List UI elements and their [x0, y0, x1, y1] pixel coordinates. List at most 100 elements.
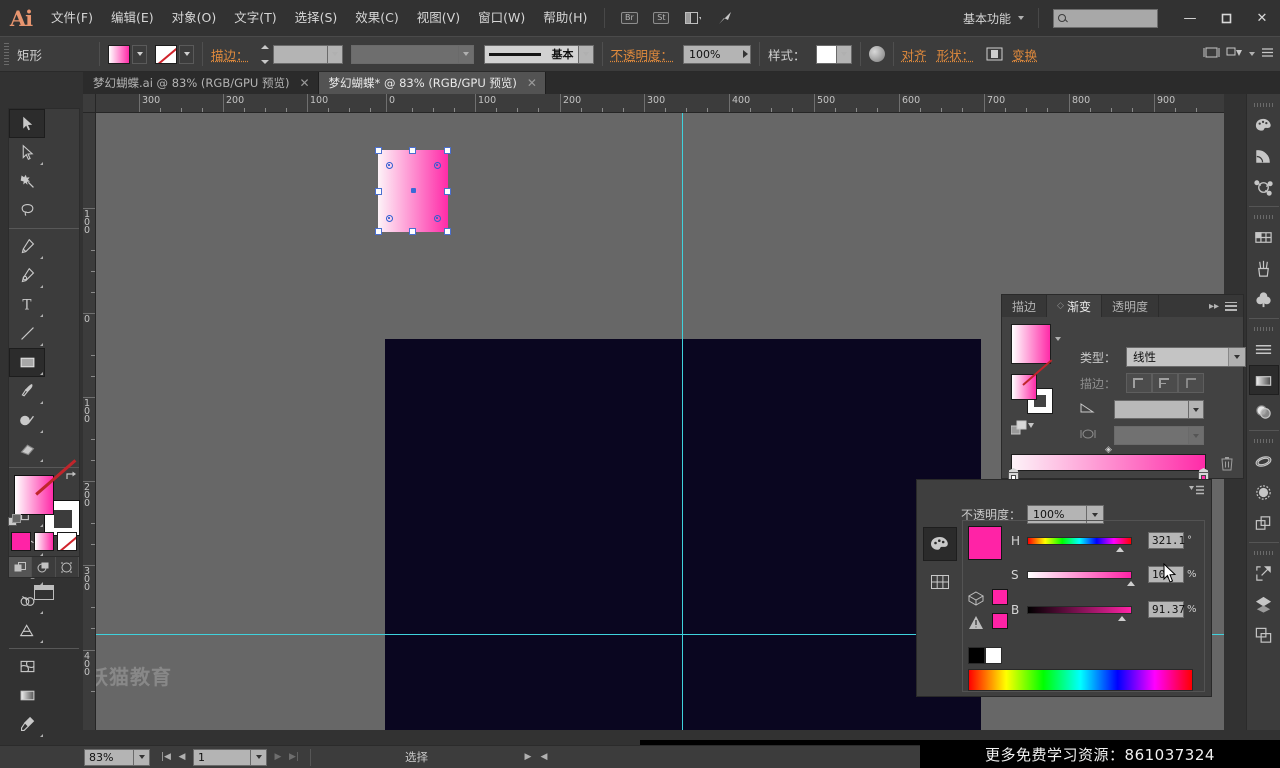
dock-group-grip[interactable]: [1253, 103, 1274, 107]
status-flyout-icon[interactable]: ▶: [520, 749, 536, 766]
type-tool[interactable]: T: [9, 290, 45, 319]
anchor-point[interactable]: [386, 162, 393, 169]
gradient-aspect-input[interactable]: [1114, 426, 1189, 445]
vertical-ruler[interactable]: 100 0 100 200 300 400: [83, 113, 96, 730]
panel-menu-icon[interactable]: [1225, 301, 1237, 311]
graphic-styles-icon[interactable]: [1249, 477, 1279, 507]
color-mixer-icon[interactable]: [923, 527, 957, 561]
selection-handle[interactable]: [444, 228, 451, 235]
brush-definition-value[interactable]: 基本: [483, 44, 579, 64]
prev-artboard-button[interactable]: ◀: [174, 749, 190, 766]
menu-edit[interactable]: 编辑(E): [102, 0, 163, 36]
stock-icon[interactable]: St: [648, 7, 674, 29]
maximize-button[interactable]: [1208, 4, 1244, 32]
gradient-preview-swatch[interactable]: [1011, 324, 1051, 364]
menu-window[interactable]: 窗口(W): [469, 0, 534, 36]
fill-control[interactable]: [108, 44, 147, 64]
close-button[interactable]: ✕: [1244, 4, 1280, 32]
stroke-gradient-across-icon[interactable]: [1178, 373, 1204, 393]
selection-handle[interactable]: [375, 147, 382, 154]
brush-definition[interactable]: 基本: [483, 44, 594, 64]
recolor-artwork-icon[interactable]: [1249, 172, 1279, 202]
selection-handle[interactable]: [444, 147, 451, 154]
first-artboard-button[interactable]: |◀: [158, 749, 174, 766]
pathfinder-icon[interactable]: [1249, 508, 1279, 538]
stroke-weight-field-group[interactable]: [272, 44, 343, 64]
behance-icon[interactable]: [712, 7, 738, 29]
selected-rectangle[interactable]: [375, 147, 451, 235]
trash-icon[interactable]: [1220, 455, 1234, 475]
eraser-tool[interactable]: [9, 435, 45, 464]
last-artboard-button[interactable]: ▶|: [286, 749, 302, 766]
shape-label[interactable]: 形状：: [937, 45, 975, 64]
variable-width-profile[interactable]: [350, 44, 474, 64]
tab-gradient[interactable]: ◇ 渐变: [1047, 295, 1102, 317]
lasso-tool[interactable]: [9, 196, 45, 225]
selection-handle[interactable]: [375, 188, 382, 195]
width-profile-dropdown[interactable]: [458, 44, 474, 64]
color-palette-icon[interactable]: [1249, 110, 1279, 140]
menu-help[interactable]: 帮助(H): [534, 0, 596, 36]
appearance-icon[interactable]: [1249, 446, 1279, 476]
opacity-label[interactable]: 不透明度：: [611, 45, 674, 64]
document-tab-1[interactable]: 梦幻蝴蝶.ai @ 83% (RGB/GPU 预览) ✕: [83, 72, 319, 94]
gradient-slider-ramp[interactable]: [1011, 454, 1206, 471]
search-input[interactable]: [1053, 8, 1158, 28]
tab-stroke[interactable]: 描边: [1002, 295, 1048, 317]
recolor-artwork-icon[interactable]: [868, 46, 885, 62]
hue-slider-knob[interactable]: [1116, 546, 1124, 552]
selection-handle[interactable]: [375, 228, 382, 235]
menu-object[interactable]: 对象(O): [163, 0, 226, 36]
minimize-button[interactable]: —: [1172, 4, 1208, 32]
close-icon[interactable]: ✕: [299, 76, 309, 90]
gradient-angle-input[interactable]: [1114, 400, 1189, 419]
symbols-icon[interactable]: [1249, 284, 1279, 314]
tab-transparency[interactable]: 透明度: [1102, 295, 1159, 317]
arrange-documents-icon[interactable]: [680, 7, 706, 29]
stroke-swatch[interactable]: [155, 44, 177, 64]
dock-group-grip[interactable]: [1253, 327, 1274, 331]
web-safe-color-swatch[interactable]: [992, 613, 1008, 629]
gradient-angle-dropdown[interactable]: [1189, 400, 1204, 419]
artboard[interactable]: [385, 339, 981, 730]
fill-swatch[interactable]: [108, 44, 130, 64]
artboard-number-input[interactable]: 1: [193, 748, 251, 766]
gradient-type-select[interactable]: 线性: [1126, 347, 1246, 367]
screen-mode-button[interactable]: [8, 580, 80, 604]
selection-handle[interactable]: [409, 147, 416, 154]
menu-file[interactable]: 文件(F): [42, 0, 102, 36]
paintbrush-tool[interactable]: [9, 377, 45, 406]
artboards-icon[interactable]: [1249, 620, 1279, 650]
gradient-icon[interactable]: [1248, 365, 1279, 395]
line-segment-tool[interactable]: [9, 319, 45, 348]
direct-selection-tool[interactable]: [9, 138, 45, 167]
stroke-weight-stepper[interactable]: [259, 44, 272, 64]
artboard-number-control[interactable]: 1: [193, 748, 267, 766]
color-button[interactable]: [11, 532, 31, 551]
perspective-grid-tool[interactable]: [9, 616, 45, 645]
draw-inside-icon[interactable]: [56, 557, 79, 577]
hue-slider-track[interactable]: [1027, 536, 1132, 552]
saturation-slider-knob[interactable]: [1127, 580, 1135, 586]
zoom-control[interactable]: 83%: [84, 748, 150, 766]
chevron-down-icon[interactable]: [1249, 52, 1255, 56]
anchor-point[interactable]: [434, 162, 441, 169]
gradient-button[interactable]: [34, 532, 54, 551]
draw-normal-icon[interactable]: [9, 557, 33, 577]
opacity-input[interactable]: 100%: [683, 44, 752, 64]
brush-definition-dropdown[interactable]: [578, 44, 594, 64]
graphic-style-control[interactable]: [815, 44, 852, 64]
brightness-value-input[interactable]: 91.37: [1148, 601, 1185, 618]
stroke-dropdown[interactable]: [179, 44, 194, 64]
anchor-point[interactable]: [434, 215, 441, 222]
width-profile-value[interactable]: [350, 44, 459, 64]
warning-icon[interactable]: [968, 615, 984, 634]
workspace-switcher[interactable]: 基本功能: [957, 10, 1030, 27]
stroke-weight-value[interactable]: [272, 44, 328, 64]
status-text[interactable]: 选择: [405, 749, 428, 765]
color-spectrum-bar[interactable]: [968, 669, 1193, 691]
selection-handle[interactable]: [409, 228, 416, 235]
swap-fill-stroke-icon[interactable]: [65, 470, 78, 483]
close-icon[interactable]: ✕: [527, 76, 537, 90]
in-gamut-color-swatch[interactable]: [992, 589, 1008, 605]
